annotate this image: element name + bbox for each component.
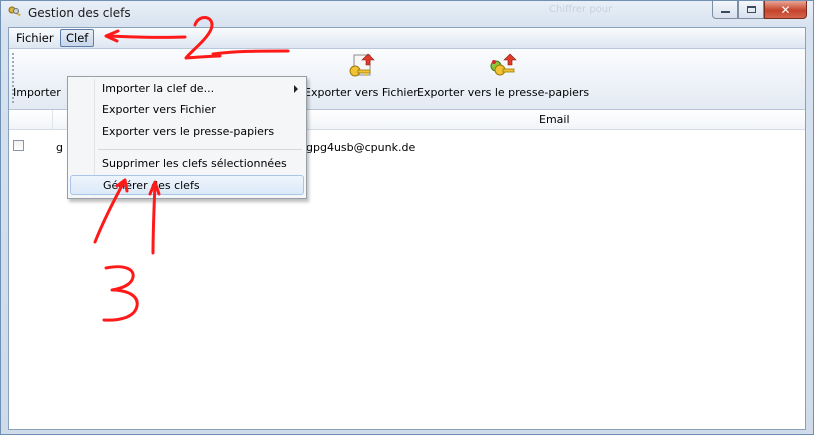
menu-fichier[interactable]: Fichier: [11, 30, 59, 46]
menu-item-label: Supprimer les clefs sélectionnées: [102, 157, 287, 170]
menu-item-label: Générer des clefs: [103, 179, 200, 192]
minimize-button[interactable]: [712, 1, 738, 19]
export-clipboard-label: Exporter vers le presse-papiers: [417, 86, 590, 99]
menu-bar: Fichier Clef: [9, 28, 805, 49]
keys-icon: [8, 6, 21, 17]
clef-dropdown-menu: Importer la clef de... Exporter vers Fic…: [67, 76, 307, 199]
export-file-label: Exporter vers Fichier: [304, 86, 418, 99]
main-window: Gestion des clefs Chiffrer pour ✕ Fichie…: [0, 0, 814, 435]
menu-separator: [98, 149, 302, 150]
close-icon: ✕: [780, 2, 791, 17]
key-export-clipboard-icon: [490, 53, 517, 76]
menu-item-label: Exporter vers le presse-papiers: [102, 125, 275, 138]
menu-item-generate-keys[interactable]: Générer des clefs: [70, 175, 304, 195]
menu-item-export-file[interactable]: Exporter vers Fichier: [70, 100, 304, 120]
window-title: Gestion des clefs: [28, 6, 131, 20]
window-controls: ✕: [712, 1, 807, 20]
column-header-email[interactable]: Email: [539, 113, 570, 126]
menu-item-label: Exporter vers Fichier: [102, 103, 216, 116]
import-key-button[interactable]: Importer: [13, 52, 61, 99]
export-clipboard-button[interactable]: Exporter vers le presse-papiers: [417, 52, 589, 99]
menu-item-import-key-from[interactable]: Importer la clef de...: [70, 79, 304, 99]
menu-item-export-clipboard[interactable]: Exporter vers le presse-papiers: [70, 122, 304, 142]
maximize-button[interactable]: [738, 1, 764, 19]
row-email-cell: gpg4usb@cpunk.de: [306, 141, 416, 154]
key-import-icon: [20, 52, 54, 82]
row-name-cell: g: [56, 141, 63, 154]
minimize-icon: [720, 11, 730, 13]
background-window-title: Chiffrer pour: [549, 4, 613, 15]
client-area: Fichier Clef Importer Exporter vers Fich…: [8, 27, 806, 430]
import-key-label: Importer: [13, 86, 61, 99]
key-export-file-icon: [349, 53, 375, 77]
maximize-icon: [746, 6, 756, 13]
submenu-arrow-icon: [294, 85, 298, 93]
menu-item-delete-keys[interactable]: Supprimer les clefs sélectionnées: [70, 154, 304, 174]
menu-clef[interactable]: Clef: [60, 29, 95, 47]
title-bar[interactable]: Gestion des clefs Chiffrer pour ✕: [1, 1, 813, 27]
column-separator[interactable]: [52, 110, 53, 129]
export-file-button[interactable]: Exporter vers Fichier: [304, 52, 418, 99]
menu-item-label: Importer la clef de...: [102, 82, 215, 95]
row-checkbox[interactable]: [13, 140, 24, 151]
close-button[interactable]: ✕: [764, 1, 807, 19]
